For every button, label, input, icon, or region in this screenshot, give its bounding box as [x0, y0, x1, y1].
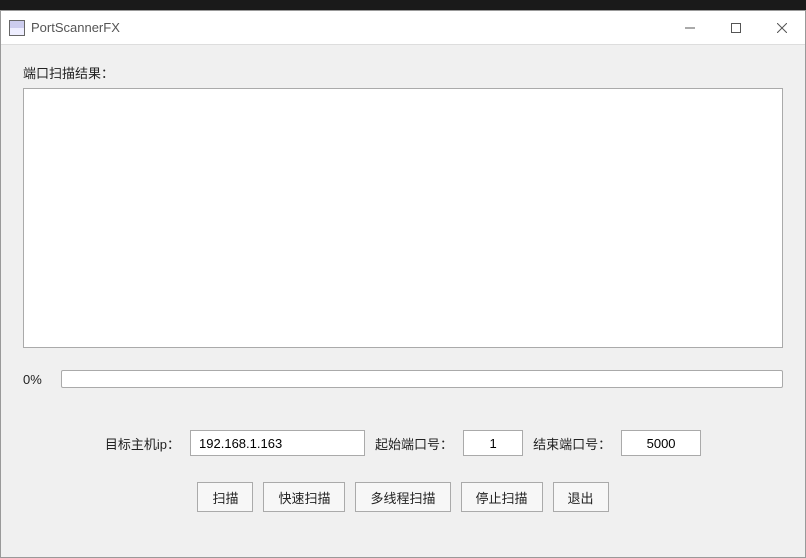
progress-row: 0% [23, 370, 783, 388]
scan-button[interactable]: 扫描 [197, 482, 253, 512]
stop-scan-button[interactable]: 停止扫描 [461, 482, 543, 512]
content-area: 端口扫描结果： 0% 目标主机ip： 起始端口号： 结束端口号： 扫描 快速扫描… [1, 45, 805, 557]
result-textarea[interactable] [23, 88, 783, 348]
input-row: 目标主机ip： 起始端口号： 结束端口号： [23, 430, 783, 456]
start-port-input[interactable] [463, 430, 523, 456]
close-button[interactable] [759, 11, 805, 44]
progress-bar [61, 370, 783, 388]
fast-scan-button[interactable]: 快速扫描 [263, 482, 345, 512]
start-port-label: 起始端口号： [375, 434, 453, 453]
button-row: 扫描 快速扫描 多线程扫描 停止扫描 退出 [23, 482, 783, 512]
result-label: 端口扫描结果： [23, 63, 783, 82]
minimize-button[interactable] [667, 11, 713, 44]
titlebar[interactable]: PortScannerFX [1, 11, 805, 45]
window-title: PortScannerFX [31, 20, 120, 35]
app-icon [9, 20, 25, 36]
end-port-label: 结束端口号： [533, 434, 611, 453]
target-ip-input[interactable] [190, 430, 365, 456]
titlebar-left: PortScannerFX [9, 20, 120, 36]
maximize-button[interactable] [713, 11, 759, 44]
multi-thread-scan-button[interactable]: 多线程扫描 [355, 482, 450, 512]
maximize-icon [731, 23, 741, 33]
window-controls [667, 11, 805, 44]
exit-button[interactable]: 退出 [553, 482, 609, 512]
close-icon [777, 23, 787, 33]
minimize-icon [685, 23, 695, 33]
target-ip-label: 目标主机ip： [105, 434, 180, 453]
progress-percent-label: 0% [23, 372, 55, 387]
app-window: PortScannerFX 端口扫描结果： [0, 10, 806, 558]
end-port-input[interactable] [621, 430, 701, 456]
